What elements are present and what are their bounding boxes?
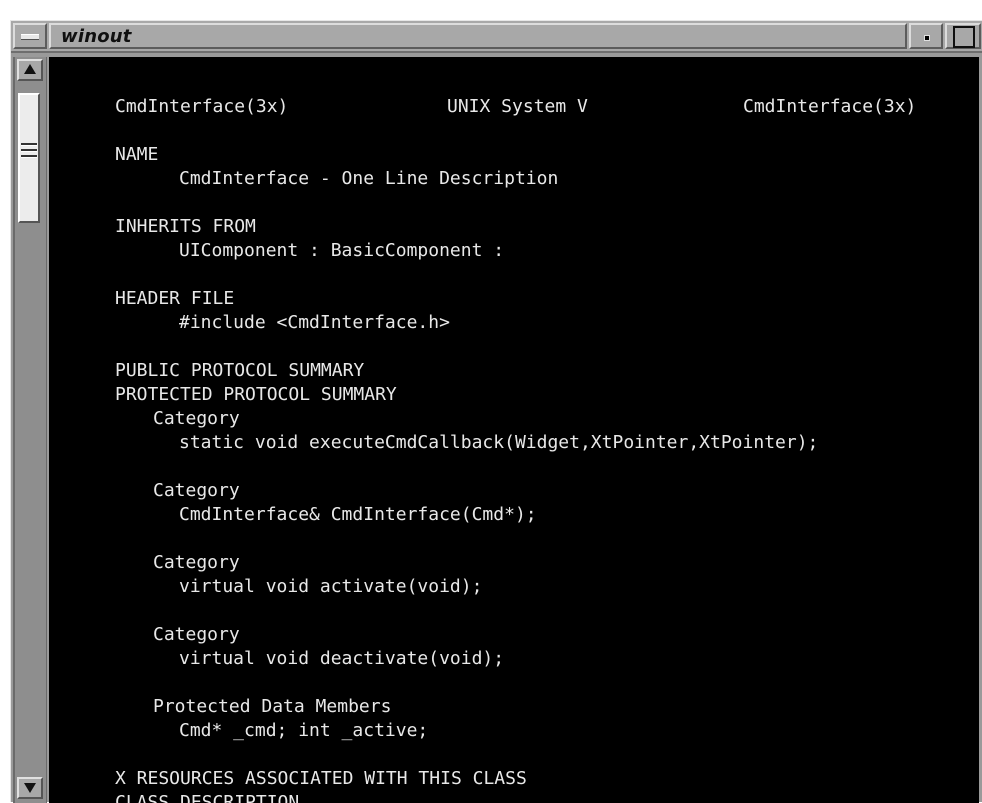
protected-members-text: Cmd* _cmd; int _active; [179,720,429,741]
section-header-file-heading: HEADER FILE [115,288,235,309]
vertical-scrollbar[interactable] [13,57,47,803]
window-menu-icon [21,34,39,40]
maximize-button[interactable] [945,23,981,49]
window-menu-button[interactable] [13,23,47,49]
scrollbar-thumb[interactable] [18,93,40,223]
section-name-heading: NAME [115,144,159,165]
category-label: Category [153,624,240,645]
category-signature: static void executeCmdCallback(Widget,Xt… [179,432,819,453]
minimize-icon [924,35,930,41]
window-title: winout [61,26,132,47]
section-class-description-heading: CLASS DESCRIPTION [115,792,300,803]
section-inherits-heading: INHERITS FROM [115,216,256,237]
arrow-up-icon [24,64,36,74]
section-public-summary-heading: PUBLIC PROTOCOL SUMMARY [115,360,365,381]
category-signature: virtual void deactivate(void); [179,648,505,669]
section-x-resources-heading: X RESOURCES ASSOCIATED WITH THIS CLASS [115,768,527,789]
category-label: Category [153,552,240,573]
header-file-text: #include <CmdInterface.h> [179,312,450,333]
terminal-window: winout CmdInterface(3x) UNIX System V Cm… [10,20,982,803]
manpage-header-center: UNIX System V [447,96,588,117]
category-signature: CmdInterface& CmdInterface(Cmd*); [179,504,537,525]
title-bar[interactable]: winout [11,21,982,53]
manpage-header-left: CmdInterface(3x) [115,96,289,117]
section-protected-summary-heading: PROTECTED PROTOCOL SUMMARY [115,384,397,405]
grip-icon [21,143,37,159]
category-label: Category [153,480,240,501]
protected-members-label: Protected Data Members [153,696,392,717]
scroll-down-button[interactable] [17,777,43,799]
arrow-down-icon [24,783,36,793]
scroll-up-button[interactable] [17,59,43,81]
minimize-button[interactable] [909,23,943,49]
maximize-icon [953,26,975,48]
category-label: Category [153,408,240,429]
inherits-text: UIComponent : BasicComponent : [179,240,505,261]
manpage-header-right: CmdInterface(3x) [743,96,917,117]
terminal-output[interactable]: CmdInterface(3x) UNIX System V CmdInterf… [49,57,979,803]
title-area[interactable]: winout [49,23,907,49]
name-text: CmdInterface - One Line Description [179,168,559,189]
category-signature: virtual void activate(void); [179,576,483,597]
